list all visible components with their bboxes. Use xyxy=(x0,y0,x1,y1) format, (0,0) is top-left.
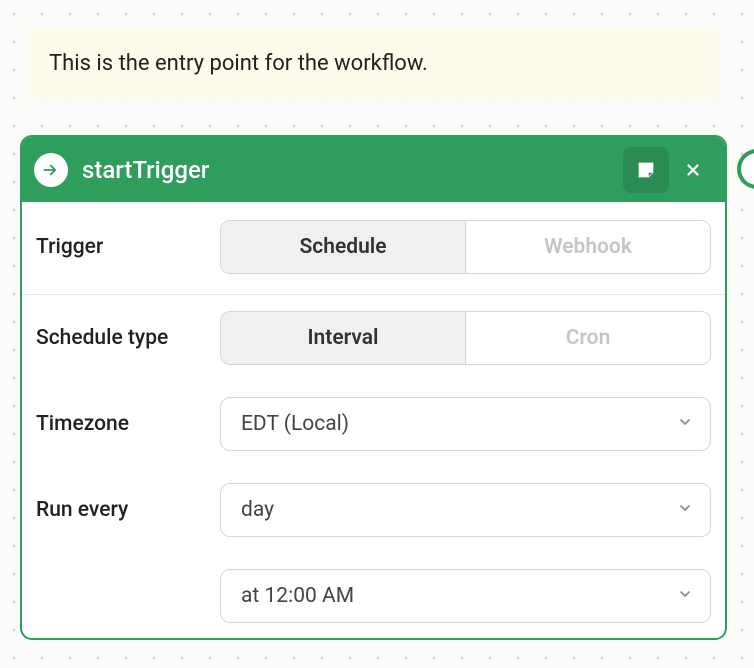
start-trigger-card: startTrigger Trigger Schedule Webhook Sc… xyxy=(20,135,727,640)
run-at-select[interactable]: at 12:00 AM xyxy=(220,569,711,623)
schedule-type-option-interval[interactable]: Interval xyxy=(221,312,465,364)
card-title: startTrigger xyxy=(82,156,617,184)
run-every-select[interactable]: day xyxy=(220,483,711,537)
run-at-row: at 12:00 AM xyxy=(22,553,725,639)
timezone-label: Timezone xyxy=(36,412,208,436)
trigger-option-schedule[interactable]: Schedule xyxy=(221,221,465,273)
schedule-type-option-cron[interactable]: Cron xyxy=(465,312,710,364)
card-header: startTrigger xyxy=(22,137,725,202)
timezone-select-wrap: EDT (Local) xyxy=(220,397,711,451)
card-body: Trigger Schedule Webhook Schedule type I… xyxy=(22,202,725,640)
trigger-option-webhook[interactable]: Webhook xyxy=(465,221,710,273)
timezone-select[interactable]: EDT (Local) xyxy=(220,397,711,451)
schedule-type-segmented: Interval Cron xyxy=(220,311,711,365)
workflow-description: This is the entry point for the workflow… xyxy=(29,28,719,99)
summary-row: At 12:00 AM, every day xyxy=(22,639,725,640)
schedule-type-label: Schedule type xyxy=(36,326,208,350)
timezone-row: Timezone EDT (Local) xyxy=(22,381,725,467)
close-button[interactable] xyxy=(675,147,711,193)
connector-handle[interactable] xyxy=(737,149,754,189)
start-arrow-icon xyxy=(34,153,68,187)
trigger-label: Trigger xyxy=(36,235,208,259)
close-icon xyxy=(684,161,702,179)
note-button[interactable] xyxy=(623,147,669,193)
trigger-segmented: Schedule Webhook xyxy=(220,220,711,274)
run-every-row: Run every day xyxy=(22,467,725,553)
note-icon xyxy=(635,159,657,181)
run-at-select-wrap: at 12:00 AM xyxy=(220,569,711,623)
workflow-description-text: This is the entry point for the workflow… xyxy=(49,51,428,76)
trigger-row: Trigger Schedule Webhook xyxy=(22,202,725,295)
run-every-label: Run every xyxy=(36,498,208,522)
run-every-select-wrap: day xyxy=(220,483,711,537)
schedule-type-row: Schedule type Interval Cron xyxy=(22,295,725,381)
